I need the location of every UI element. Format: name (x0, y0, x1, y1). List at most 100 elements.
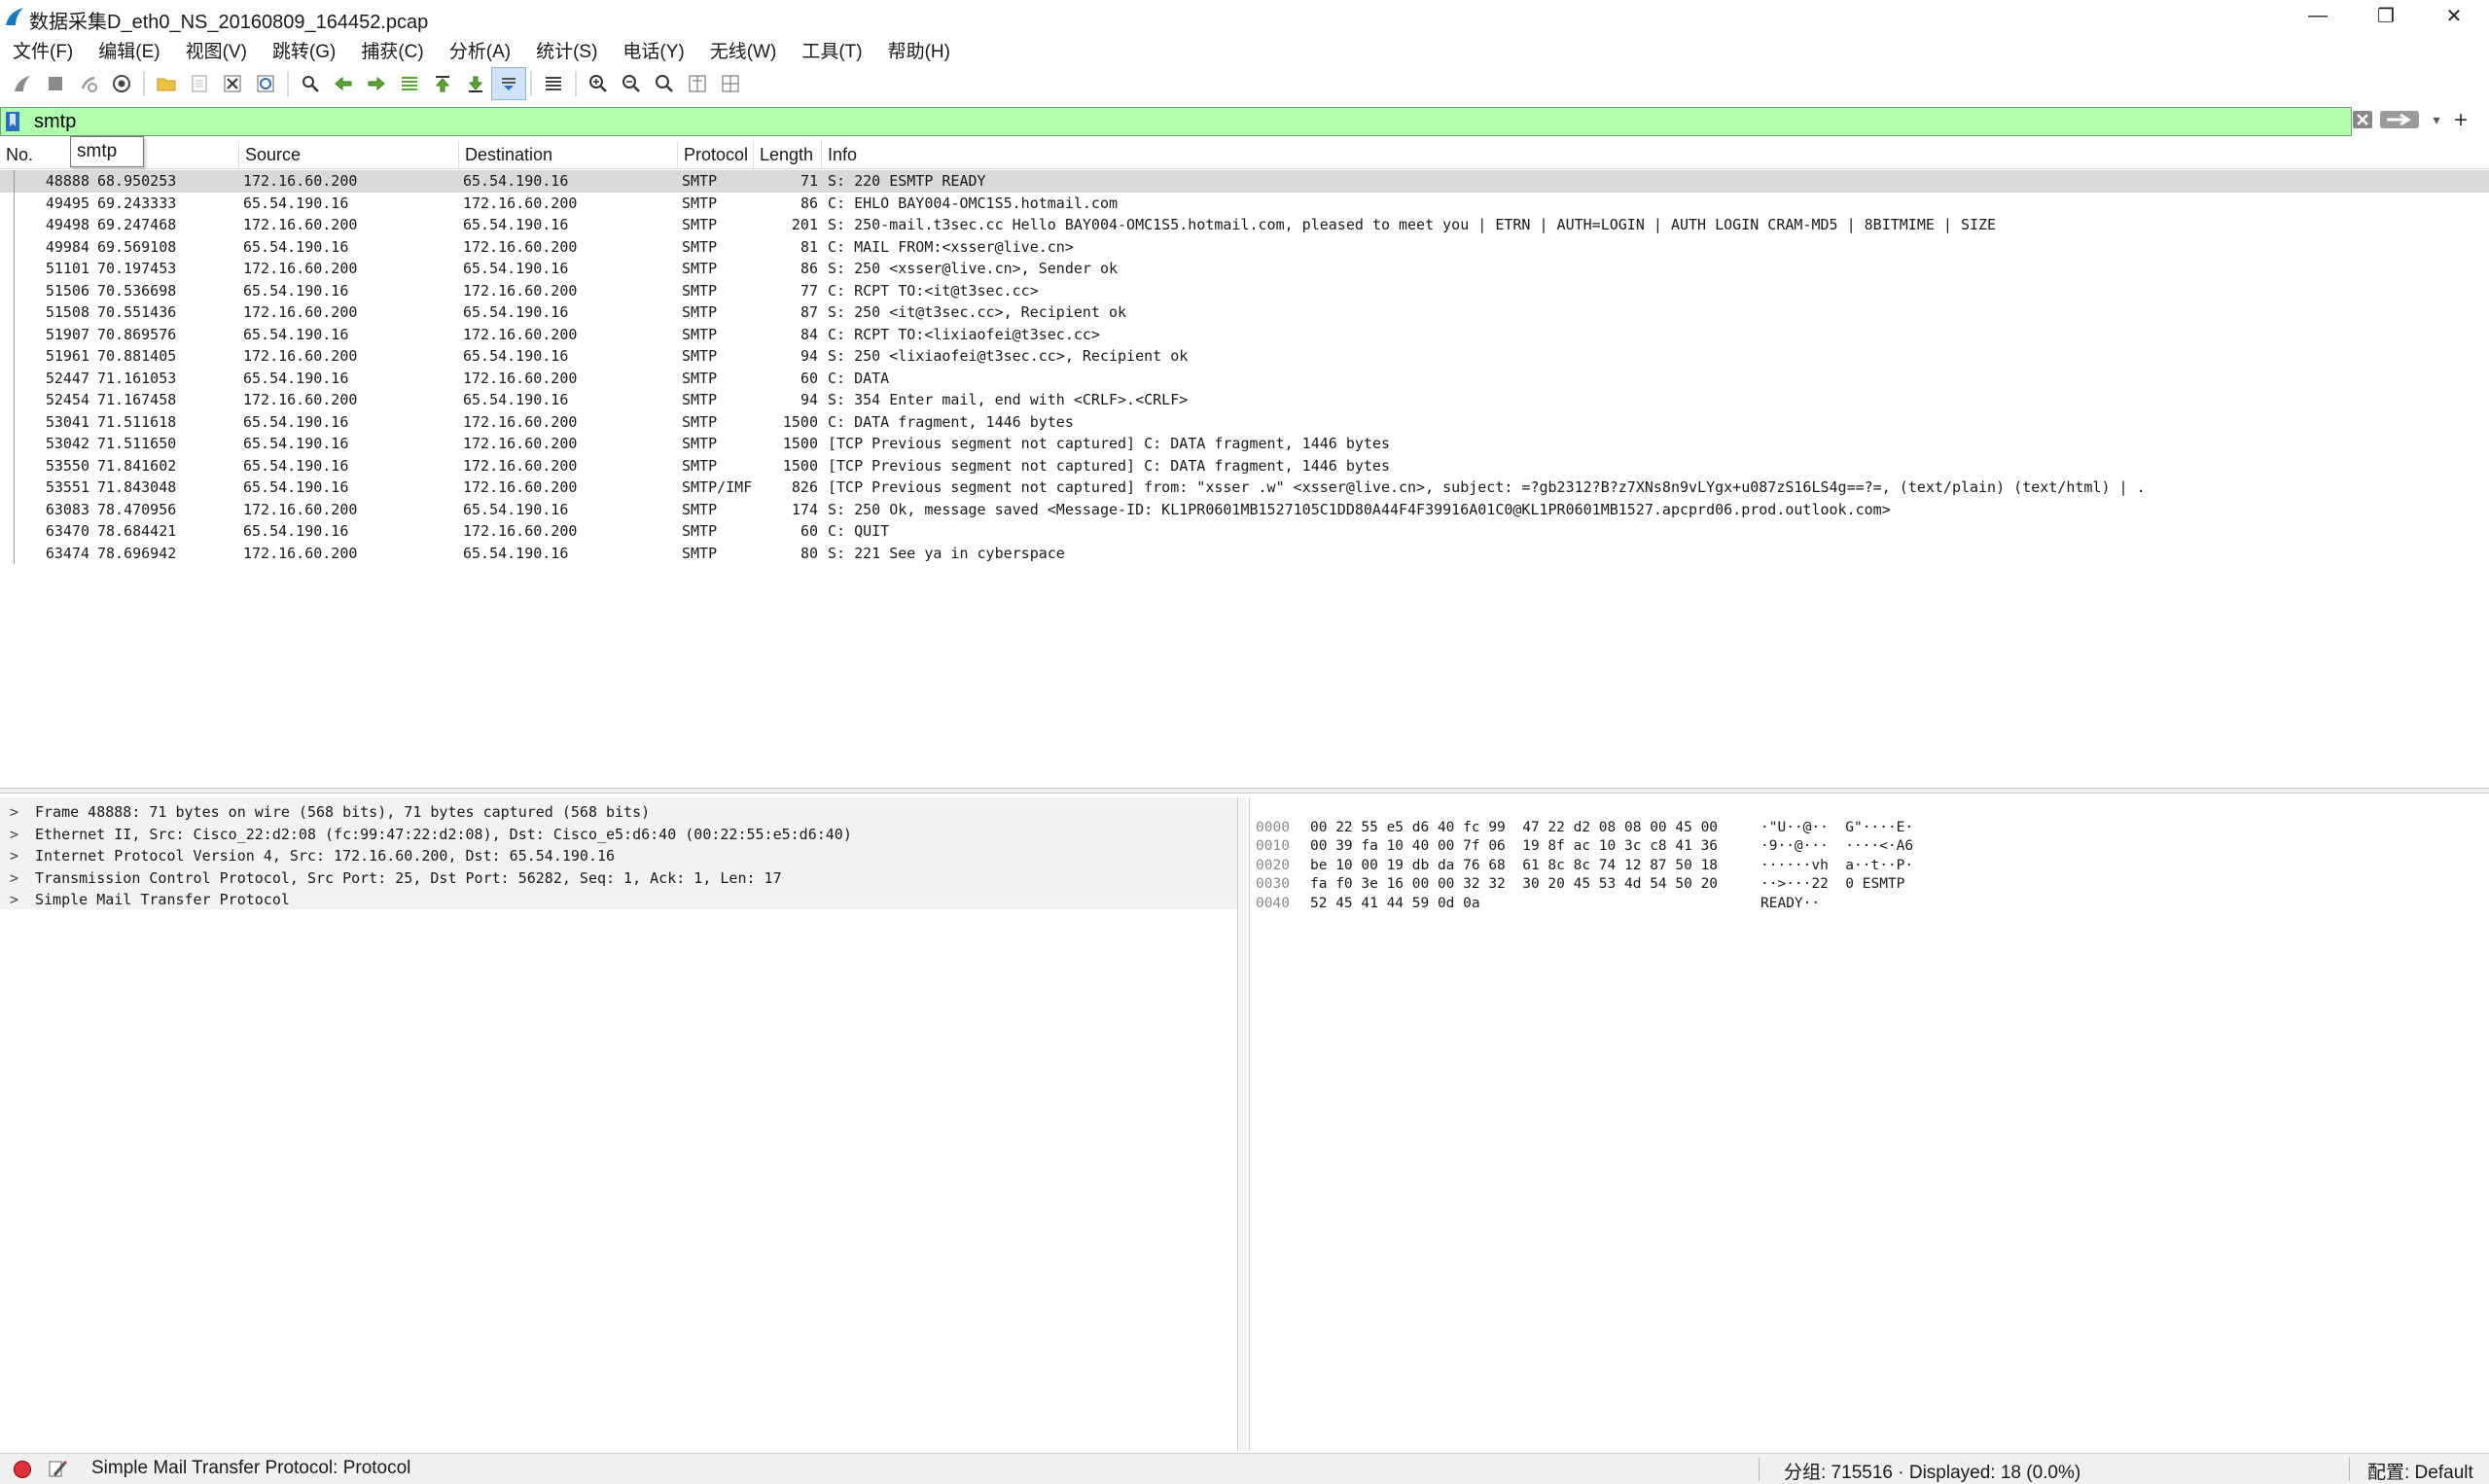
detail-ip[interactable]: > Internet Protocol Version 4, Src: 172.1… (0, 845, 1237, 867)
packet-source: 65.54.190.16 (243, 435, 349, 452)
auto-scroll-icon[interactable] (491, 67, 526, 100)
packet-row[interactable]: 48888 68.950253 172.16.60.200 65.54.190.16 S… (0, 170, 2489, 193)
resize-columns-icon[interactable] (681, 68, 714, 99)
column-info[interactable]: Info (822, 141, 2489, 168)
go-last-packet-icon[interactable] (459, 68, 492, 99)
packet-row[interactable]: 51506 70.536698 65.54.190.16 172.16.60.200 S… (0, 280, 2489, 302)
close-button[interactable]: ✕ (2420, 0, 2488, 31)
display-filter-input[interactable] (34, 108, 2349, 135)
display-filter-bar (0, 107, 2352, 136)
add-filter-button[interactable]: + (2446, 107, 2475, 134)
packet-length: 71 (800, 172, 818, 190)
menu-telephony[interactable]: 电话(Y) (610, 33, 696, 62)
packet-row[interactable]: 49495 69.243333 65.54.190.16 172.16.60.200 S… (0, 193, 2489, 215)
menu-statistics[interactable]: 统计(S) (523, 33, 610, 62)
menu-help[interactable]: 帮助(H) (875, 33, 963, 62)
hex-row[interactable]: 0010 00 39 fa 10 40 00 7f 06 19 8f ac 10 … (1250, 819, 2485, 854)
packet-length: 94 (800, 347, 818, 365)
go-first-packet-icon[interactable] (426, 68, 459, 99)
packet-time: 71.511650 (97, 435, 177, 452)
packet-row[interactable]: 53041 71.511618 65.54.190.16 172.16.60.200 S… (0, 411, 2489, 434)
column-destination[interactable]: Destination (459, 141, 678, 168)
packet-row[interactable]: 63474 78.696942 172.16.60.200 65.54.190.16 S… (0, 543, 2489, 565)
menu-analyze[interactable]: 分析(A) (437, 33, 523, 62)
chevron-right-icon[interactable]: > (10, 824, 18, 846)
filter-history-dropdown[interactable]: ▾ (2426, 109, 2447, 130)
hex-row[interactable]: 0040 52 45 41 44 59 0d 0a READY·· (1250, 875, 2485, 911)
hex-row[interactable]: 0000 00 22 55 e5 d6 40 fc 99 47 22 d2 08 … (1250, 799, 2485, 835)
menu-view[interactable]: 视图(V) (173, 33, 260, 62)
chevron-right-icon[interactable]: > (10, 867, 18, 890)
capture-options-icon[interactable] (105, 68, 138, 99)
edit-comment-icon[interactable] (47, 1459, 68, 1480)
menu-edit[interactable]: 编辑(E) (86, 33, 172, 62)
layout-panes-icon[interactable] (714, 68, 747, 99)
open-folder-icon[interactable] (150, 68, 183, 99)
detail-frame[interactable]: > Frame 48888: 71 bytes on wire (568 bits… (0, 801, 1237, 824)
vertical-splitter[interactable] (1239, 797, 1247, 1451)
packet-source: 65.54.190.16 (243, 325, 349, 343)
hex-row[interactable]: 0030 fa f0 3e 16 00 00 32 32 30 20 45 53 … (1250, 857, 2485, 892)
restart-capture-icon[interactable] (72, 68, 105, 99)
menu-file[interactable]: 文件(F) (0, 33, 86, 62)
save-file-icon[interactable] (183, 68, 216, 99)
stop-capture-icon[interactable] (39, 68, 72, 99)
packet-time: 69.569108 (97, 237, 177, 256)
packet-protocol: SMTP (682, 194, 718, 212)
zoom-out-icon[interactable] (615, 68, 648, 99)
packet-row[interactable]: 51907 70.869576 65.54.190.16 172.16.60.200 S… (0, 324, 2489, 346)
packet-row[interactable]: 52454 71.167458 172.16.60.200 65.54.190.16 S… (0, 389, 2489, 411)
packet-row[interactable]: 51101 70.197453 172.16.60.200 65.54.190.16 S… (0, 258, 2489, 280)
profile-selector[interactable]: 配置: Default (2367, 1458, 2473, 1484)
packet-row[interactable]: 53042 71.511650 65.54.190.16 172.16.60.200 S… (0, 433, 2489, 455)
packet-destination: 65.54.190.16 (463, 172, 569, 190)
chevron-right-icon[interactable]: > (10, 801, 18, 824)
column-source[interactable]: Source (239, 141, 459, 168)
normal-size-icon[interactable] (648, 68, 681, 99)
packet-row[interactable]: 52447 71.161053 65.54.190.16 172.16.60.200 S… (0, 368, 2489, 390)
hex-row[interactable]: 0020 be 10 00 19 db da 76 68 61 8c 8c 74 … (1250, 837, 2485, 873)
column-length[interactable]: Length (754, 141, 822, 168)
clear-filter-icon[interactable] (2352, 109, 2373, 130)
detail-tcp[interactable]: > Transmission Control Protocol, Src Port… (0, 867, 1237, 890)
start-capture-icon[interactable] (6, 68, 39, 99)
column-protocol[interactable]: Protocol (678, 141, 754, 168)
packet-source: 65.54.190.16 (243, 194, 349, 212)
packet-row[interactable]: 51961 70.881405 172.16.60.200 65.54.190.16 S… (0, 345, 2489, 368)
packet-row[interactable]: 49498 69.247468 172.16.60.200 65.54.190.16 S… (0, 214, 2489, 236)
chevron-right-icon[interactable]: > (10, 889, 18, 911)
close-file-icon[interactable] (216, 68, 249, 99)
go-forward-icon[interactable] (360, 68, 393, 99)
packet-info: S: 250 <lixiaofei@t3sec.cc>, Recipient o… (828, 347, 1189, 365)
packet-row[interactable]: 63083 78.470956 172.16.60.200 65.54.190.16 S… (0, 499, 2489, 521)
go-back-icon[interactable] (327, 68, 360, 99)
detail-ethernet[interactable]: > Ethernet II, Src: Cisco_22:d2:08 (fc:99… (0, 824, 1237, 846)
reload-file-icon[interactable] (249, 68, 282, 99)
packet-row[interactable]: 51508 70.551436 172.16.60.200 65.54.190.16 S… (0, 301, 2489, 324)
zoom-in-icon[interactable] (582, 68, 615, 99)
packet-row[interactable]: 49984 69.569108 65.54.190.16 172.16.60.200 S… (0, 236, 2489, 259)
packet-info: C: DATA fragment, 1446 bytes (828, 412, 1074, 431)
detail-smtp[interactable]: > Simple Mail Transfer Protocol (0, 889, 1237, 911)
packet-row[interactable]: 53550 71.841602 65.54.190.16 172.16.60.200 S… (0, 455, 2489, 477)
go-to-packet-icon[interactable] (393, 68, 426, 99)
expert-info-icon[interactable] (14, 1461, 31, 1478)
colorize-list-icon[interactable] (537, 68, 570, 99)
maximize-button[interactable]: ❐ (2352, 0, 2420, 31)
menu-tools[interactable]: 工具(T) (789, 33, 874, 62)
filter-autocomplete-popup[interactable]: smtp (70, 136, 144, 167)
menu-capture[interactable]: 捕获(C) (348, 33, 436, 62)
find-packet-icon[interactable] (294, 68, 327, 99)
packet-time: 71.167458 (97, 391, 177, 408)
bookmark-icon[interactable] (5, 111, 20, 132)
menu-go[interactable]: 跳转(G) (260, 33, 348, 62)
packet-length: 81 (800, 237, 818, 256)
packet-row[interactable]: 53551 71.843048 65.54.190.16 172.16.60.200 S… (0, 477, 2489, 499)
minimize-button[interactable]: — (2284, 0, 2352, 31)
chevron-right-icon[interactable]: > (10, 845, 18, 867)
packet-row[interactable]: 63470 78.684421 65.54.190.16 172.16.60.200 S… (0, 520, 2489, 543)
conversation-bracket (14, 170, 15, 564)
packet-source: 65.54.190.16 (243, 522, 349, 540)
menu-wireless[interactable]: 无线(W) (697, 33, 790, 62)
pane-splitter[interactable] (0, 788, 2489, 794)
